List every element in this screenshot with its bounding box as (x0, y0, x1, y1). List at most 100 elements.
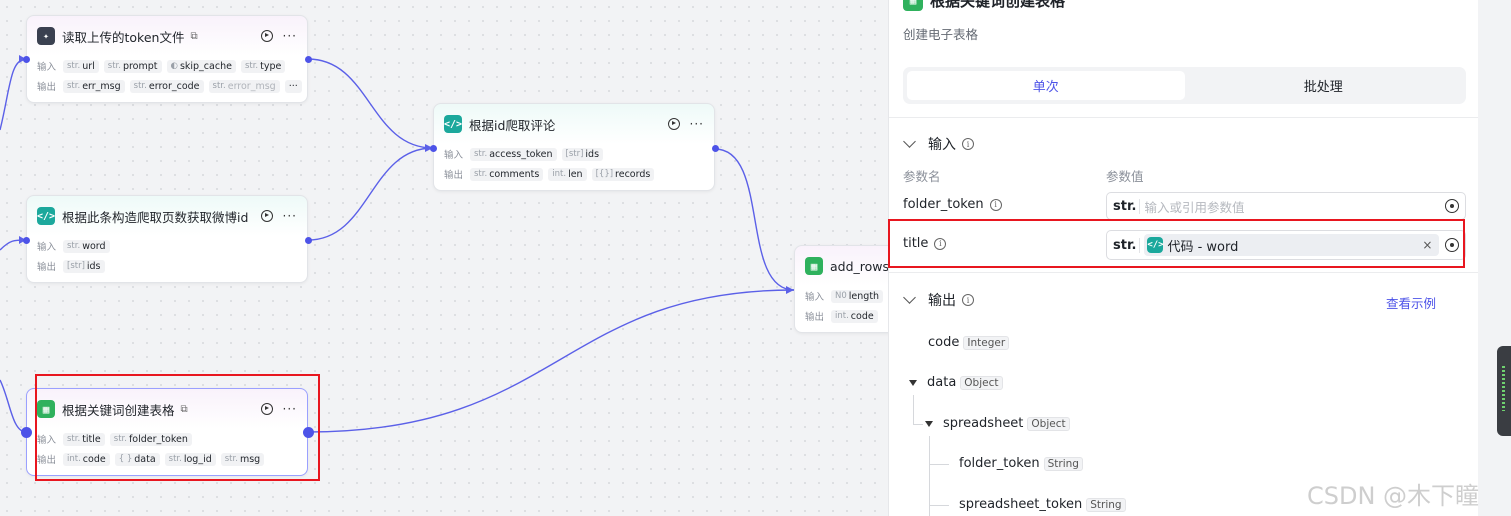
node-outputs: 输出 [str] ids (27, 256, 307, 276)
watermark: CSDN @木下瞳 (1307, 482, 1480, 510)
output-field-data[interactable]: data Object (909, 375, 1003, 390)
node-inputs: 输入 N0 length (795, 286, 890, 306)
port-in[interactable] (21, 427, 32, 438)
param-tag: N0 length (831, 289, 884, 303)
node-build-pages[interactable]: </> 根据此条构造爬取页数获取微博id ··· 输入 str. word 输出 … (26, 195, 308, 283)
node-title: 根据关键词创建表格 (62, 402, 175, 418)
workflow-canvas[interactable]: ✦ 读取上传的token文件 ⧉ ··· 输入 str. url str. prom… (0, 0, 890, 516)
port-out[interactable] (303, 427, 314, 438)
wire-sheet-to-add (307, 289, 795, 433)
caret-down-icon[interactable] (909, 379, 917, 386)
view-example-link[interactable]: 查看示例 (1386, 293, 1436, 312)
tab-batch[interactable]: 批处理 (1185, 71, 1463, 100)
port-out[interactable] (712, 145, 719, 152)
param-tag: str. msg (220, 452, 265, 466)
node-add-rows[interactable]: ▦ add_rows 输入 N0 length 输出 int. code (794, 245, 890, 333)
reference-chip[interactable]: </> 代码 - word × (1144, 234, 1440, 256)
tree-line (913, 424, 923, 425)
param-tag: str. log_id (164, 452, 216, 466)
run-icon[interactable] (260, 210, 273, 222)
param-tag: str. prompt (103, 59, 162, 73)
code-icon: </> (444, 115, 462, 133)
divider (889, 272, 1478, 273)
node-title: add_rows (830, 258, 890, 274)
port-in[interactable] (23, 237, 30, 244)
param-tag: int. code (831, 309, 878, 323)
output-section-header[interactable]: 输出 i (903, 290, 974, 310)
param-tag: ◐ skip_cache (166, 59, 236, 73)
node-outputs: 输出 int. code { } data str. log_id str. msg (27, 449, 307, 469)
tree-line (929, 505, 949, 506)
more-icon[interactable]: ··· (283, 29, 297, 43)
type-tag: Object (960, 375, 1003, 390)
more-icon[interactable]: ··· (690, 117, 704, 131)
column-param-name: 参数名 (903, 169, 941, 184)
info-icon[interactable]: i (962, 294, 974, 306)
port-out[interactable] (305, 56, 312, 63)
param-title: title i (903, 236, 947, 251)
info-icon[interactable]: i (989, 198, 1002, 211)
more-params-tag[interactable]: ··· (284, 79, 302, 93)
param-tag: str. title (63, 432, 105, 446)
spreadsheet-icon: ▦ (903, 0, 923, 11)
param-tag: str. comments (470, 167, 544, 181)
code-icon: </> (37, 207, 55, 225)
type-tag: String (1043, 456, 1083, 471)
type-tag: Object (1027, 416, 1070, 431)
plugin-icon: ✦ (37, 27, 55, 45)
port-out[interactable] (305, 237, 312, 244)
output-field-folder-token: folder_token String (959, 456, 1083, 471)
node-config-panel: ▦ 根据关键词创建表格 创建电子表格 单次 批处理 输入 i 参数名 参数值 f… (888, 0, 1478, 516)
param-tag: [str] ids (63, 259, 105, 273)
copy-icon: ⧉ (180, 403, 188, 415)
param-tag: str. error_msg (208, 79, 280, 93)
param-tag: str. word (63, 239, 110, 253)
side-scrollbar[interactable] (1497, 346, 1511, 436)
port-in[interactable] (23, 56, 30, 63)
spreadsheet-icon: ▦ (805, 257, 823, 275)
node-outputs: 输出 int. code (795, 306, 890, 326)
reference-target-icon[interactable] (1445, 238, 1459, 252)
node-inputs: 输入 str. word (27, 236, 307, 256)
wire-left-1 (0, 58, 27, 131)
folder-token-input[interactable]: str. 输入或引用参数值 (1106, 192, 1466, 220)
node-crawl-comments[interactable]: </> 根据id爬取评论 ··· 输入 str. access_token [st… (433, 103, 715, 191)
caret-down-icon[interactable] (925, 420, 933, 427)
node-read-token[interactable]: ✦ 读取上传的token文件 ⧉ ··· 输入 str. url str. prom… (26, 15, 308, 103)
node-inputs: 输入 str. title str. folder_token (27, 429, 307, 449)
chevron-down-icon (903, 291, 916, 304)
panel-title: 根据关键词创建表格 (930, 0, 1066, 10)
tab-single[interactable]: 单次 (907, 71, 1185, 100)
info-icon[interactable]: i (934, 237, 947, 250)
param-tag: int. len (548, 167, 587, 181)
run-icon[interactable] (260, 30, 273, 42)
node-title: 根据id爬取评论 (469, 117, 556, 133)
reference-target-icon[interactable] (1445, 199, 1459, 213)
toggle-icon: ◐ (170, 61, 178, 71)
param-tag: str. access_token (470, 147, 557, 161)
run-icon[interactable] (667, 118, 680, 130)
param-folder-token: folder_token i (903, 197, 1002, 212)
info-icon[interactable]: i (962, 138, 974, 150)
port-in[interactable] (430, 145, 437, 152)
type-chip: str. (1110, 198, 1141, 214)
run-icon[interactable] (260, 403, 273, 415)
title-input[interactable]: str. </> 代码 - word × (1106, 230, 1466, 260)
spreadsheet-icon: ▦ (37, 400, 55, 418)
tree-line (929, 436, 930, 516)
more-icon[interactable]: ··· (283, 402, 297, 416)
wire-build-to-crawl (307, 147, 434, 241)
type-tag: String (1086, 497, 1126, 512)
output-field-spreadsheet[interactable]: spreadsheet Object (925, 416, 1070, 431)
input-placeholder[interactable]: 输入或引用参数值 (1144, 197, 1244, 216)
more-icon[interactable]: ··· (283, 209, 297, 223)
input-section-header[interactable]: 输入 i (903, 134, 974, 154)
tree-line (929, 464, 949, 465)
type-chip: str. (1110, 237, 1141, 253)
param-tag: str. url (63, 59, 99, 73)
node-create-sheet[interactable]: ▦ 根据关键词创建表格 ⧉ ··· 输入 str. title str. folde… (26, 388, 308, 476)
close-icon[interactable]: × (1422, 238, 1432, 252)
wire-read-to-crawl (307, 58, 434, 149)
output-field-spreadsheet-token: spreadsheet_token String (959, 497, 1126, 512)
code-icon: </> (1147, 237, 1164, 253)
